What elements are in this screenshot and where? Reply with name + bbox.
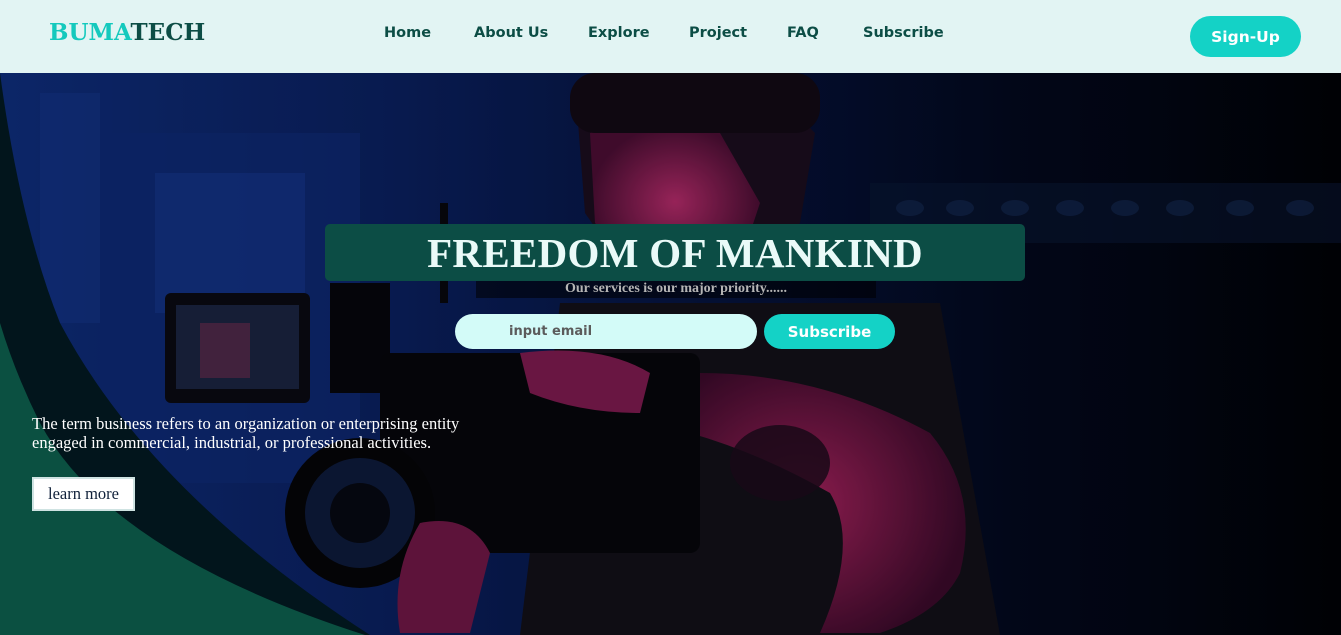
email-input[interactable] bbox=[455, 314, 757, 349]
top-navbar: BUMATECH Home About Us Explore Project F… bbox=[0, 0, 1341, 73]
hero-tagline: Our services is our major priority...... bbox=[564, 281, 788, 296]
hero-description: The term business refers to an organizat… bbox=[32, 414, 460, 452]
nav-link-home[interactable]: Home bbox=[384, 25, 431, 41]
main-nav: Home About Us Explore Project FAQ Subscr… bbox=[0, 25, 1341, 45]
nav-link-subscribe[interactable]: Subscribe bbox=[863, 25, 944, 41]
signup-button[interactable]: Sign-Up bbox=[1190, 16, 1301, 57]
hero-background-photo bbox=[0, 73, 1341, 635]
nav-link-explore[interactable]: Explore bbox=[588, 25, 650, 41]
nav-link-about-us[interactable]: About Us bbox=[474, 25, 548, 41]
hero-section: FREEDOM OF MANKIND Our services is our m… bbox=[0, 73, 1341, 635]
headline-banner: FREEDOM OF MANKIND bbox=[325, 224, 1025, 281]
subscribe-button[interactable]: Subscribe bbox=[764, 314, 895, 349]
nav-link-project[interactable]: Project bbox=[689, 25, 747, 41]
nav-link-faq[interactable]: FAQ bbox=[787, 25, 819, 41]
learn-more-button[interactable]: learn more bbox=[32, 477, 135, 511]
hero-title: FREEDOM OF MANKIND bbox=[427, 229, 923, 276]
